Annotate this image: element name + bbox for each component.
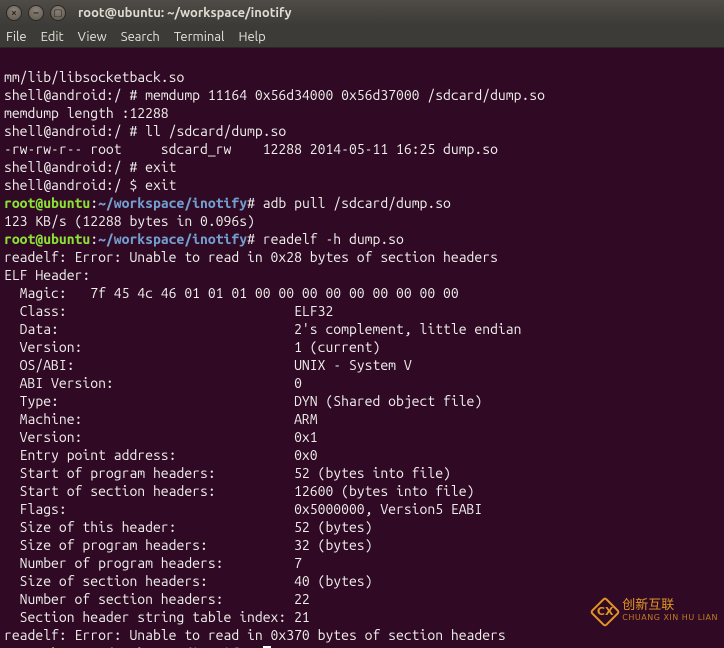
watermark-name: 创新互联	[622, 600, 718, 612]
terminal-output[interactable]: mm/lib/libsocketback.so shell@android:/ …	[0, 48, 724, 648]
prompt-cmd: # readelf -h dump.so	[247, 231, 404, 247]
term-line: -rw-rw-r-- root sdcard_rw 12288 2014-05-…	[4, 141, 498, 157]
maximize-icon[interactable]: ▢	[50, 5, 66, 21]
watermark-logo-icon: CX	[590, 596, 621, 627]
term-line: OS/ABI: UNIX - System V	[4, 357, 412, 373]
term-line: memdump length :12288	[4, 105, 169, 121]
term-line: Flags: 0x5000000, Version5 EABI	[4, 501, 482, 517]
prompt-path: ~/workspace/inotify	[98, 195, 247, 211]
term-line: mm/lib/libsocketback.so	[4, 69, 184, 85]
prompt-user: root@ubuntu	[4, 195, 90, 211]
menu-terminal[interactable]: Terminal	[174, 30, 225, 44]
menu-edit[interactable]: Edit	[41, 30, 64, 44]
term-line: shell@android:/ # exit	[4, 159, 176, 175]
term-line: Version: 1 (current)	[4, 339, 380, 355]
term-line: Number of section headers: 22	[4, 591, 310, 607]
term-line: Entry point address: 0x0	[4, 447, 318, 463]
term-line: ELF Header:	[4, 267, 90, 283]
term-line: readelf: Error: Unable to read in 0x28 b…	[4, 249, 498, 265]
term-line: Class: ELF32	[4, 303, 333, 319]
titlebar: × – ▢ root@ubuntu: ~/workspace/inotify	[0, 0, 724, 26]
term-line: Start of section headers: 12600 (bytes i…	[4, 483, 474, 499]
term-line: Size of this header: 52 (bytes)	[4, 519, 372, 535]
watermark: CX 创新互联 CHUANG XIN HU LIAN	[594, 600, 718, 624]
term-line: Type: DYN (Shared object file)	[4, 393, 482, 409]
menu-view[interactable]: View	[78, 30, 107, 44]
watermark-sub: CHUANG XIN HU LIAN	[622, 612, 718, 624]
prompt-cmd: # adb pull /sdcard/dump.so	[247, 195, 451, 211]
minimize-icon[interactable]: –	[28, 5, 44, 21]
term-line: Version: 0x1	[4, 429, 318, 445]
term-line: Data: 2's complement, little endian	[4, 321, 521, 337]
term-line: Number of program headers: 7	[4, 555, 302, 571]
term-line: 123 KB/s (12288 bytes in 0.096s)	[4, 213, 255, 229]
terminal-window: × – ▢ root@ubuntu: ~/workspace/inotify F…	[0, 0, 724, 648]
term-line: Magic: 7f 45 4c 46 01 01 01 00 00 00 00 …	[4, 285, 467, 301]
term-line: Section header string table index: 21	[4, 609, 310, 625]
term-line: Size of section headers: 40 (bytes)	[4, 573, 372, 589]
term-line: shell@android:/ $ exit	[4, 177, 176, 193]
menubar: File Edit View Search Terminal Help	[0, 26, 724, 48]
term-line: Machine: ARM	[4, 411, 318, 427]
close-icon[interactable]: ×	[6, 5, 22, 21]
prompt-user: root@ubuntu	[4, 231, 90, 247]
menu-file[interactable]: File	[6, 30, 27, 44]
menu-help[interactable]: Help	[238, 30, 265, 44]
window-title: root@ubuntu: ~/workspace/inotify	[78, 6, 292, 20]
term-line: shell@android:/ # memdump 11164 0x56d340…	[4, 87, 545, 103]
menu-search[interactable]: Search	[121, 30, 160, 44]
term-line: shell@android:/ # ll /sdcard/dump.so	[4, 123, 286, 139]
term-line: Start of program headers: 52 (bytes into…	[4, 465, 451, 481]
term-line: Size of program headers: 32 (bytes)	[4, 537, 372, 553]
term-line: readelf: Error: Unable to read in 0x370 …	[4, 627, 506, 643]
prompt-path: ~/workspace/inotify	[98, 231, 247, 247]
term-line: ABI Version: 0	[4, 375, 302, 391]
